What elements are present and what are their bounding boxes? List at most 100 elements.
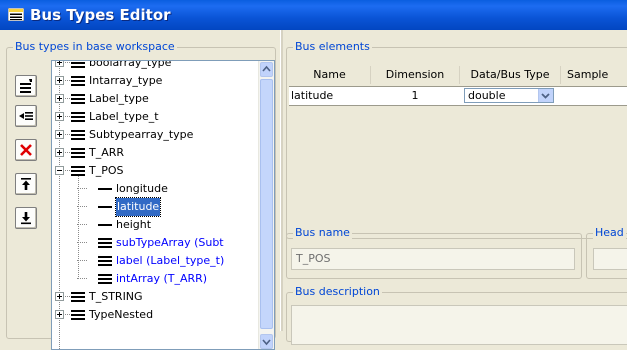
bus-types-legend: Bus types in base workspace	[13, 40, 177, 53]
bus-name-legend: Bus name	[293, 226, 352, 239]
expand-plus-icon[interactable]	[55, 76, 64, 85]
bus-type-icon	[71, 61, 85, 68]
column-header-data-bus-type[interactable]: Data/Bus Type	[460, 66, 561, 84]
title-bar: Bus Types Editor	[0, 0, 627, 30]
expand-plus-icon[interactable]	[55, 292, 64, 301]
tree-bus-node[interactable]: T_POS	[52, 162, 257, 180]
add-bus-icon	[20, 79, 32, 93]
expand-plus-icon[interactable]	[55, 112, 64, 121]
table-row[interactable]: latitude 1 double -	[289, 86, 627, 106]
tree-element-node[interactable]: latitude	[52, 197, 257, 217]
expand-plus-icon[interactable]	[55, 61, 64, 67]
bus-type-icon	[71, 292, 85, 302]
tree-element-node[interactable]: subTypeArray (Subt	[52, 234, 257, 252]
tree-node-label[interactable]: height	[116, 216, 151, 234]
collapse-minus-icon[interactable]	[55, 166, 64, 175]
tree-connector-line	[77, 224, 87, 225]
move-down-button[interactable]	[15, 207, 37, 229]
header-file-field[interactable]	[593, 248, 627, 270]
bus-elements-table[interactable]: Name Dimension Data/Bus Type Sample lati…	[289, 66, 627, 236]
bus-description-field[interactable]	[291, 305, 627, 345]
tree-bus-node[interactable]: Intarray_type	[52, 72, 257, 90]
tree-node-label[interactable]: label (Label_type_t)	[116, 252, 224, 270]
column-header-dimension[interactable]: Dimension	[371, 66, 460, 84]
signal-element-icon	[98, 188, 112, 190]
tree-connector-line	[65, 134, 70, 135]
bus-editor-icon	[8, 8, 24, 21]
tree-node-label[interactable]: intArray (T_ARR)	[116, 270, 207, 288]
move-up-icon	[21, 178, 31, 190]
scroll-up-arrow-icon[interactable]	[260, 62, 273, 77]
bus-description-group: Bus description	[286, 285, 627, 345]
tree-bus-node[interactable]: T_ARR	[52, 144, 257, 162]
column-header-sample[interactable]: Sample	[561, 66, 627, 84]
cell-name[interactable]: latitude	[291, 87, 333, 105]
bus-name-group: Bus name T_POS	[286, 226, 582, 279]
tree-element-node[interactable]: height	[52, 216, 257, 234]
tree-node-label[interactable]: T_POS	[89, 162, 124, 180]
bus-elements-legend: Bus elements	[293, 40, 372, 53]
tree-node-label[interactable]: TypeNested	[89, 306, 153, 324]
tree-bus-node[interactable]: T_STRING	[52, 288, 257, 306]
data-type-dropdown[interactable]: double	[464, 88, 554, 103]
tree-connector-line	[77, 188, 87, 189]
move-down-icon	[21, 212, 31, 225]
add-bus-button[interactable]	[15, 75, 37, 97]
tree-connector-line	[77, 278, 87, 279]
expand-plus-icon[interactable]	[55, 310, 64, 319]
tree-element-node[interactable]: intArray (T_ARR)	[52, 270, 257, 288]
tree-bus-node[interactable]: Label_type	[52, 90, 257, 108]
tree-node-label[interactable]: Subtypearray_type	[89, 126, 193, 144]
tree-connector-line	[65, 62, 70, 63]
tree-connector-line	[65, 98, 70, 99]
expand-plus-icon[interactable]	[55, 94, 64, 103]
bus-type-icon	[98, 238, 112, 248]
bus-description-legend: Bus description	[293, 285, 382, 298]
bus-types-tree[interactable]: boolarray_type Intarray_type Label_type Lab…	[51, 60, 275, 350]
bus-types-group: Bus types in base workspace boolarray_ty…	[6, 40, 276, 350]
delete-x-icon	[20, 144, 32, 156]
tree-node-label[interactable]: latitude	[114, 197, 162, 217]
cell-dimension[interactable]: 1	[371, 87, 459, 105]
scroll-thumb[interactable]	[260, 79, 273, 329]
bus-elements-group: Bus elements Name Dimension Data/Bus Typ…	[286, 40, 627, 239]
window-title: Bus Types Editor	[30, 6, 171, 24]
tree-node-label[interactable]: longitude	[116, 180, 168, 198]
bus-type-icon	[71, 166, 85, 176]
tree-node-label[interactable]: T_STRING	[89, 288, 143, 306]
pane-divider[interactable]	[280, 30, 283, 331]
delete-button[interactable]	[15, 139, 37, 161]
tree-connector-line	[77, 206, 87, 207]
tree-connector-line	[65, 296, 70, 297]
bus-name-field[interactable]: T_POS	[291, 248, 575, 270]
tree-bus-node[interactable]: TypeNested	[52, 306, 257, 324]
tree-node-label[interactable]: T_ARR	[89, 144, 124, 162]
bus-type-icon	[71, 76, 85, 86]
tree-element-node[interactable]: label (Label_type_t)	[52, 252, 257, 270]
bus-type-icon	[71, 94, 85, 104]
tree-vertical-scrollbar[interactable]	[258, 61, 274, 349]
tree-node-label[interactable]: subTypeArray (Subt	[116, 234, 224, 252]
tree-node-label[interactable]: boolarray_type	[89, 61, 171, 72]
header-file-group: Head	[586, 226, 627, 279]
signal-element-icon	[98, 206, 112, 208]
tree-node-label[interactable]: Label_type	[89, 90, 149, 108]
scroll-down-arrow-icon[interactable]	[260, 334, 273, 349]
tree-connector-line	[77, 242, 87, 243]
tree-node-label[interactable]: Label_type_t	[89, 108, 159, 126]
insert-element-icon	[19, 112, 33, 120]
tree-connector-line	[65, 80, 70, 81]
expand-plus-icon[interactable]	[55, 130, 64, 139]
tree-connector-line	[65, 116, 70, 117]
tree-bus-node[interactable]: Subtypearray_type	[52, 126, 257, 144]
tree-bus-node[interactable]: Label_type_t	[52, 108, 257, 126]
tree-bus-node[interactable]: boolarray_type	[52, 61, 257, 72]
editor-client-area: Bus types in base workspace boolarray_ty…	[0, 30, 627, 350]
tree-element-node[interactable]: longitude	[52, 180, 257, 198]
expand-plus-icon[interactable]	[55, 148, 64, 157]
insert-element-button[interactable]	[15, 105, 37, 127]
move-up-button[interactable]	[15, 173, 37, 195]
column-header-name[interactable]: Name	[289, 66, 371, 84]
chevron-down-icon[interactable]	[538, 89, 553, 102]
tree-node-label[interactable]: Intarray_type	[89, 72, 162, 90]
